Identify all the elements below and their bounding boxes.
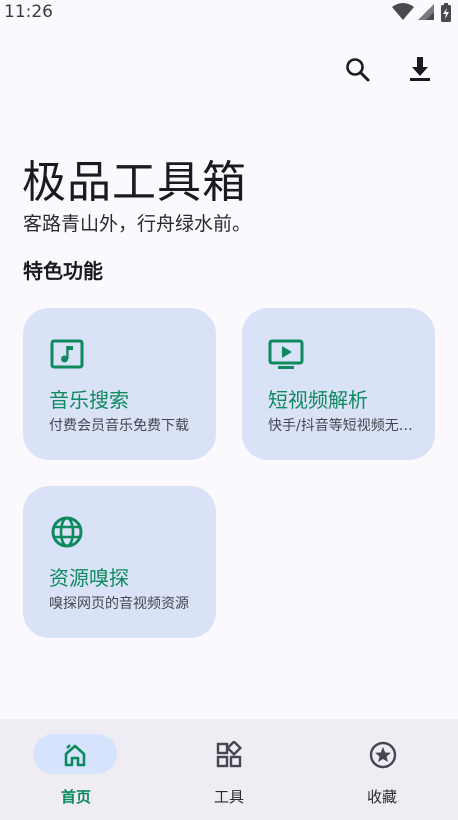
search-icon [346,58,370,82]
download-icon [410,57,430,81]
apps-icon [216,741,243,768]
nav-label-favorites: 收藏 [366,788,397,806]
app-subtitle: 客路青山外，行舟绿水前。 [23,213,252,235]
signal-icon [418,4,434,20]
card-description: 付费会员音乐免费下载 [49,418,189,434]
nav-label-tools: 工具 [213,788,244,806]
wifi-icon [392,3,414,20]
card-description: 快手/抖音等短视频无水印解析 [268,418,418,434]
nav-label-home: 首页 [60,788,91,806]
battery-icon [441,3,451,22]
status-time: 11:26 [4,2,53,22]
video-play-icon [268,339,304,369]
section-title: 特色功能 [23,259,103,283]
card-title: 音乐搜索 [49,388,129,412]
card-title: 短视频解析 [268,388,368,412]
status-bar: 11:26 [0,0,458,26]
bottom-navigation: 首页 工具 收藏 [0,719,458,820]
star-icon [369,741,397,769]
card-title: 资源嗅探 [49,566,129,590]
search-button[interactable] [340,52,376,88]
nav-item-favorites[interactable]: 收藏 [306,719,458,820]
music-note-icon [50,339,84,369]
feature-card-music-search[interactable]: 音乐搜索 付费会员音乐免费下载 [23,308,216,460]
card-description: 嗅探网页的音视频资源 [49,596,189,612]
home-icon [64,744,86,767]
nav-item-home[interactable]: 首页 [0,719,152,820]
app-title: 极品工具箱 [22,157,247,208]
download-button[interactable] [402,52,438,88]
feature-card-resource-sniff[interactable]: 资源嗅探 嗅探网页的音视频资源 [23,486,216,638]
globe-icon [51,516,83,548]
feature-card-video-parse[interactable]: 短视频解析 快手/抖音等短视频无水印解析 [242,308,435,460]
nav-item-tools[interactable]: 工具 [153,719,305,820]
